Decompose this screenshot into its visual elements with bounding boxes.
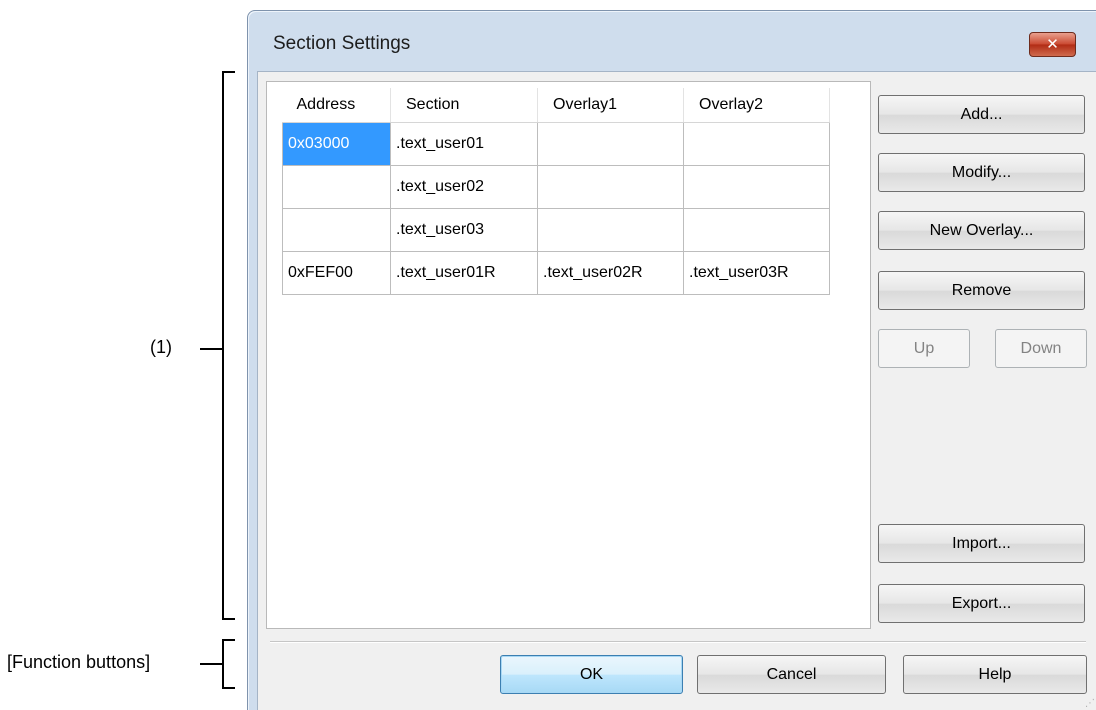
overlay1-cell[interactable]: .text_user02R [537,250,684,295]
screenshot-stage: (1) [Function buttons] Section Settings … [0,0,1096,710]
region1-bracket-vertical [222,71,224,620]
section-settings-dialog: Section Settings ✕ Address Section Overl… [247,10,1096,710]
section-cell[interactable]: .text_user03 [390,207,538,252]
button-separator [270,641,1086,643]
section-cell[interactable]: .text_user02 [390,164,538,209]
table-row: 0x03000 .text_user01 [282,121,830,166]
dialog-title: Section Settings [273,33,411,54]
overlay2-cell[interactable]: .text_user03R [683,250,830,295]
section-cell[interactable]: .text_user01 [390,121,538,166]
table-row: .text_user03 [282,207,830,252]
down-button[interactable]: Down [995,329,1087,368]
close-icon: ✕ [1046,35,1059,53]
overlay1-cell[interactable] [537,121,684,166]
overlay2-cell[interactable] [683,121,830,166]
function-bracket-bottom [222,687,235,689]
column-header-overlay2[interactable]: Overlay2 [683,88,830,123]
address-cell[interactable]: 0xFEF00 [282,250,391,295]
ok-button[interactable]: OK [500,655,683,694]
close-button[interactable]: ✕ [1029,32,1076,57]
up-button[interactable]: Up [878,329,970,368]
resize-grip-icon[interactable]: ⋰ [1085,698,1095,709]
region1-bracket-bottom [222,618,235,620]
section-grid-panel: Address Section Overlay1 Overlay2 0x0300… [266,81,871,629]
overlay2-cell[interactable] [683,207,830,252]
remove-button[interactable]: Remove [878,271,1085,310]
section-table: Address Section Overlay1 Overlay2 0x0300… [282,88,830,295]
address-cell[interactable] [282,164,391,209]
section-cell[interactable]: .text_user01R [390,250,538,295]
function-pointer-line [200,663,223,665]
region1-label: (1) [150,337,172,357]
overlay1-cell[interactable] [537,164,684,209]
region1-pointer-line [200,348,223,350]
address-cell[interactable]: 0x03000 [282,121,391,166]
overlay2-cell[interactable] [683,164,830,209]
column-header-section[interactable]: Section [390,88,538,123]
dialog-client-area: Address Section Overlay1 Overlay2 0x0300… [257,71,1096,710]
column-header-address[interactable]: Address [282,88,391,123]
new-overlay-button[interactable]: New Overlay... [878,211,1085,250]
modify-button[interactable]: Modify... [878,153,1085,192]
table-header-row: Address Section Overlay1 Overlay2 [282,88,830,123]
address-cell[interactable] [282,207,391,252]
overlay1-cell[interactable] [537,207,684,252]
export-button[interactable]: Export... [878,584,1085,623]
add-button[interactable]: Add... [878,95,1085,134]
import-button[interactable]: Import... [878,524,1085,563]
table-row: 0xFEF00 .text_user01R .text_user02R .tex… [282,250,830,295]
column-header-overlay1[interactable]: Overlay1 [537,88,684,123]
help-button[interactable]: Help [903,655,1087,694]
table-row: .text_user02 [282,164,830,209]
function-buttons-label: [Function buttons] [7,652,151,672]
cancel-button[interactable]: Cancel [697,655,886,694]
